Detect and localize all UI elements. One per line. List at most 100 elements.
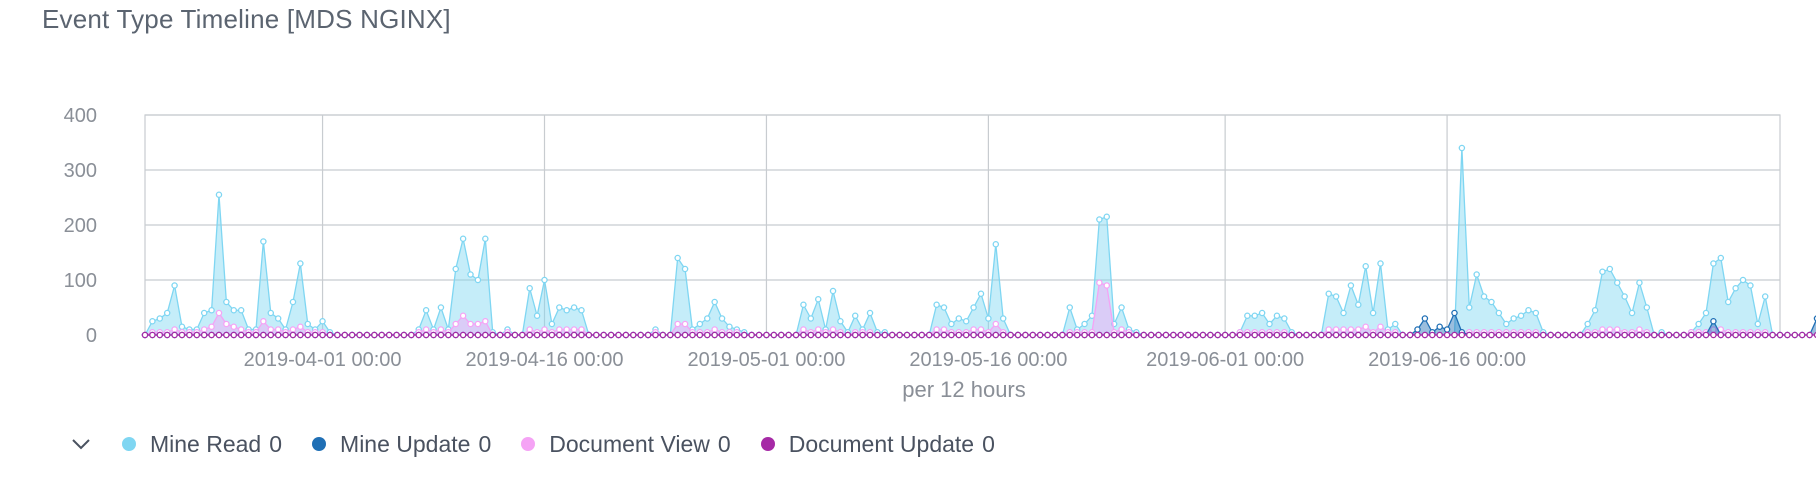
- data-point: [1051, 331, 1059, 339]
- data-point: [866, 309, 874, 317]
- data-point: [800, 331, 807, 339]
- data-point: [548, 320, 556, 328]
- legend-item-mine-read[interactable]: Mine Read 0: [122, 431, 282, 458]
- data-point: [260, 331, 267, 339]
- data-point: [1414, 326, 1421, 333]
- data-point: [1732, 331, 1739, 339]
- data-point: [141, 331, 149, 339]
- data-point: [563, 331, 570, 339]
- data-point: [467, 320, 474, 328]
- data-point: [874, 331, 881, 339]
- data-point: [1147, 331, 1155, 339]
- data-point: [474, 276, 482, 284]
- data-point: [163, 309, 171, 317]
- data-point: [1747, 331, 1754, 339]
- data-point: [578, 306, 585, 314]
- data-point: [689, 331, 696, 339]
- data-point: [1636, 326, 1643, 333]
- data-point: [371, 331, 378, 339]
- data-point: [1406, 331, 1414, 339]
- data-point: [718, 331, 726, 339]
- data-point: [1192, 331, 1199, 339]
- data-point: [630, 331, 637, 339]
- legend-item-mine-update[interactable]: Mine Update 0: [312, 431, 491, 458]
- data-point: [570, 331, 578, 339]
- data-point: [1510, 331, 1517, 339]
- data-point: [800, 301, 807, 308]
- data-point: [977, 331, 985, 339]
- x-tick-label: 2019-05-16 00:00: [909, 349, 1067, 371]
- data-point: [681, 320, 689, 328]
- data-point: [1014, 331, 1022, 339]
- data-point: [1643, 331, 1651, 339]
- data-point: [1088, 331, 1096, 339]
- data-point: [1229, 331, 1236, 339]
- data-point: [777, 331, 785, 339]
- data-point: [1155, 331, 1162, 339]
- data-point: [1466, 304, 1473, 311]
- data-point: [563, 326, 570, 333]
- timeline-chart: 0 100 200 300 400 2019-04-01 00:00 2019-04-16…: [64, 105, 1816, 402]
- data-point: [171, 326, 178, 333]
- data-point: [1643, 304, 1651, 311]
- data-point: [482, 331, 489, 339]
- legend-count: 0: [717, 430, 731, 457]
- data-point: [1613, 326, 1621, 333]
- data-point: [1332, 293, 1340, 300]
- data-point: [985, 331, 992, 339]
- data-point: [267, 331, 275, 339]
- data-point: [933, 326, 940, 333]
- data-point: [763, 331, 770, 339]
- data-point: [548, 331, 556, 339]
- legend-item-document-update[interactable]: Document Update 0: [760, 431, 995, 458]
- data-point: [1739, 276, 1747, 284]
- data-point: [526, 331, 533, 339]
- data-point: [289, 298, 297, 306]
- data-point: [1525, 306, 1532, 314]
- chart-series: [141, 144, 1816, 339]
- data-point: [1399, 331, 1406, 339]
- collapse-legend-button[interactable]: [68, 431, 94, 457]
- data-point: [1184, 331, 1192, 339]
- data-point: [718, 315, 726, 322]
- data-point: [311, 331, 319, 339]
- data-point: [859, 331, 866, 339]
- data-point: [940, 326, 948, 333]
- data-point: [1318, 331, 1325, 339]
- legend-item-document-view[interactable]: Document View 0: [521, 430, 731, 458]
- data-point: [1761, 331, 1769, 339]
- data-point: [940, 304, 948, 311]
- data-point: [437, 326, 445, 333]
- data-point: [1451, 331, 1458, 339]
- data-point: [1680, 331, 1688, 339]
- data-point: [541, 331, 548, 339]
- data-point: [1503, 331, 1510, 339]
- data-point: [1355, 331, 1362, 339]
- data-point: [519, 331, 526, 339]
- data-point: [171, 331, 178, 339]
- data-point: [1355, 326, 1362, 333]
- data-point: [829, 326, 837, 333]
- data-point: [163, 331, 171, 339]
- data-point: [1059, 331, 1066, 339]
- data-point: [193, 331, 201, 339]
- data-point: [1392, 320, 1399, 328]
- data-point: [319, 331, 326, 339]
- data-point: [644, 331, 652, 339]
- data-point: [999, 315, 1007, 322]
- data-point: [237, 306, 245, 314]
- data-point: [570, 326, 578, 333]
- legend-dot: [122, 437, 136, 451]
- data-point: [1096, 216, 1103, 223]
- data-point: [526, 326, 533, 333]
- data-point: [526, 284, 533, 292]
- data-point: [1355, 301, 1362, 308]
- data-point: [1236, 331, 1244, 339]
- data-point: [681, 331, 689, 339]
- data-point: [1273, 331, 1281, 339]
- data-point: [1325, 326, 1332, 333]
- data-point: [459, 331, 467, 339]
- data-point: [711, 326, 718, 333]
- data-point: [171, 282, 178, 289]
- legend-count: 0: [478, 430, 492, 457]
